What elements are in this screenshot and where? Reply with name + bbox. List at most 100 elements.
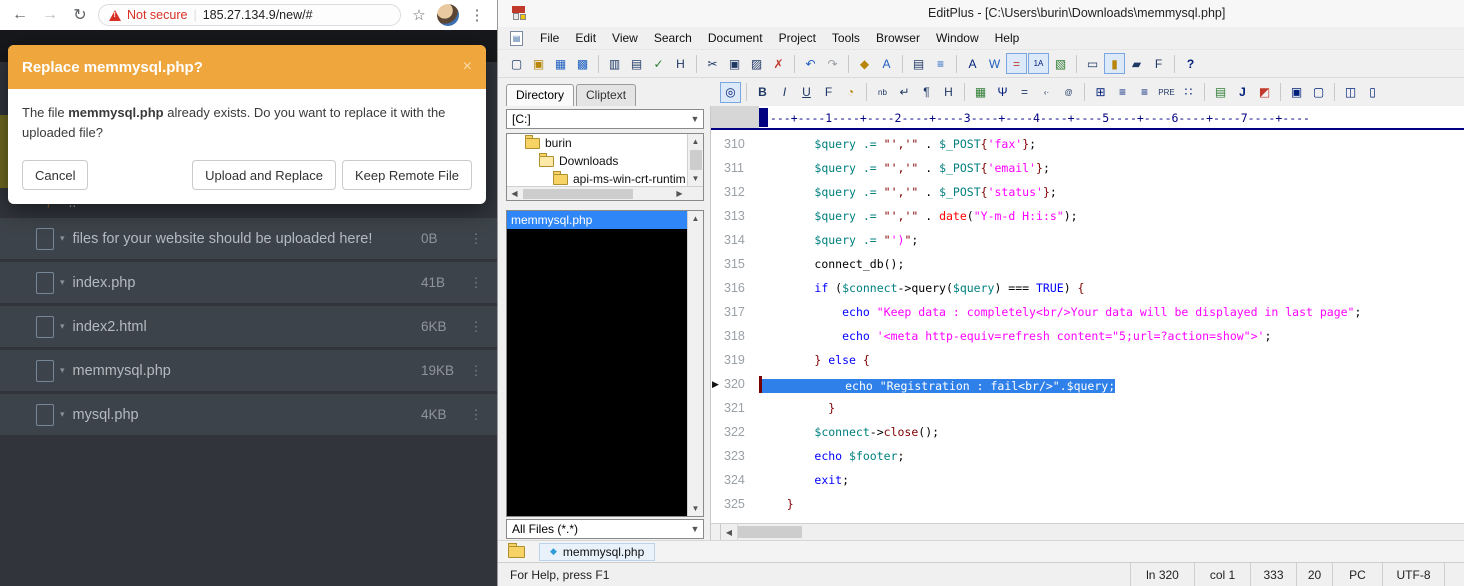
anchor-icon[interactable]: Ψ xyxy=(992,82,1013,103)
paste-icon[interactable]: ▨ xyxy=(746,53,767,74)
editor-horizontal-scrollbar[interactable]: ◀ xyxy=(711,523,1464,540)
font-icon[interactable]: A xyxy=(962,53,983,74)
menu-project[interactable]: Project xyxy=(771,29,824,47)
line-break-icon[interactable]: ↵ xyxy=(894,82,915,103)
keep-remote-file-button[interactable]: Keep Remote File xyxy=(342,160,472,190)
file-row[interactable]: ▾mysql.php4KB⋮ xyxy=(0,394,497,435)
print-preview-icon[interactable]: ▥ xyxy=(604,53,625,74)
scroll-up-icon[interactable]: ▲ xyxy=(688,134,703,149)
output-window-icon[interactable]: ▭ xyxy=(1082,53,1103,74)
copy-tag-icon[interactable]: ▣ xyxy=(1286,82,1307,103)
file-name[interactable]: files for your website should be uploade… xyxy=(73,231,421,247)
profile-avatar[interactable] xyxy=(437,4,459,26)
undo-icon[interactable]: ↶ xyxy=(800,53,821,74)
time-icon[interactable]: ◔ xyxy=(840,82,861,103)
code-line[interactable]: 325 } xyxy=(711,492,1464,516)
document-tab-memmysql[interactable]: ◆ memmysql.php xyxy=(539,543,655,561)
cut-icon[interactable]: ✂ xyxy=(702,53,723,74)
file-row[interactable]: ▾index2.html6KB⋮ xyxy=(0,306,497,347)
spell-check-icon[interactable]: ✓ xyxy=(648,53,669,74)
copy-icon[interactable]: ▣ xyxy=(724,53,745,74)
menu-document[interactable]: Document xyxy=(700,29,771,47)
scrollbar-thumb[interactable] xyxy=(738,526,802,538)
url-text[interactable]: 185.27.134.9/new/# xyxy=(203,8,313,22)
sync-scroll-icon[interactable]: = xyxy=(1006,53,1027,74)
file-name[interactable]: index.php xyxy=(73,275,421,291)
upload-and-replace-button[interactable]: Upload and Replace xyxy=(192,160,336,190)
hr-icon[interactable]: = xyxy=(1014,82,1035,103)
code-line[interactable]: 314 $query .= "')"; xyxy=(711,228,1464,252)
preferences-icon[interactable]: ▧ xyxy=(1050,53,1071,74)
tree-item-downloads[interactable]: Downloads xyxy=(507,152,687,170)
save-all-icon[interactable]: ▩ xyxy=(572,53,593,74)
print-icon[interactable]: ▤ xyxy=(626,53,647,74)
code-line[interactable]: 316 if ($connect->query($query) === TRUE… xyxy=(711,276,1464,300)
word-wrap-icon[interactable]: W xyxy=(984,53,1005,74)
folder-icon[interactable] xyxy=(508,546,525,558)
line-number-icon[interactable]: 1A xyxy=(1028,53,1049,74)
code-line[interactable]: 321 } xyxy=(711,396,1464,420)
not-secure-label[interactable]: Not secure xyxy=(127,8,187,22)
strip-tag-icon[interactable]: ▢ xyxy=(1308,82,1329,103)
font-tag-icon[interactable]: F xyxy=(818,82,839,103)
tree-item-burin[interactable]: burin xyxy=(507,134,687,152)
script-icon[interactable]: ▤ xyxy=(1210,82,1231,103)
save-icon[interactable]: ▦ xyxy=(550,53,571,74)
email-icon[interactable]: @ xyxy=(1058,82,1079,103)
chevron-down-icon[interactable]: ▾ xyxy=(60,365,65,376)
match-case-icon[interactable]: A xyxy=(876,53,897,74)
browser-preview-icon[interactable]: ◎ xyxy=(720,82,741,103)
file-row[interactable]: ▾index.php41B⋮ xyxy=(0,262,497,303)
align-center-icon[interactable]: ≡ xyxy=(1112,82,1133,103)
tab-directory[interactable]: Directory xyxy=(506,84,574,106)
scroll-left-icon[interactable]: ◀ xyxy=(721,524,738,540)
tree-horizontal-scrollbar[interactable]: ◀ ▶ xyxy=(507,186,703,200)
code-line[interactable]: 320▶ echo "Registration : fail<br/>".$qu… xyxy=(711,372,1464,396)
chevron-down-icon[interactable]: ▾ xyxy=(60,277,65,288)
chevron-down-icon[interactable]: ▾ xyxy=(60,233,65,244)
back-icon[interactable]: ← xyxy=(8,3,32,27)
code-line[interactable]: 311 $query .= "','" . $_POST{'email'}; xyxy=(711,156,1464,180)
code-line[interactable]: 324 exit; xyxy=(711,468,1464,492)
scroll-down-icon[interactable]: ▼ xyxy=(688,501,703,516)
align-right-icon[interactable]: ≡ xyxy=(1134,82,1155,103)
redo-icon[interactable]: ↷ xyxy=(822,53,843,74)
menu-browser[interactable]: Browser xyxy=(868,29,928,47)
scroll-up-icon[interactable]: ▲ xyxy=(688,211,703,226)
menu-file[interactable]: File xyxy=(532,29,567,47)
menu-search[interactable]: Search xyxy=(646,29,700,47)
image-icon[interactable]: ▦ xyxy=(970,82,991,103)
filelist-vertical-scrollbar[interactable]: ▲ ▼ xyxy=(687,211,703,516)
code-line[interactable]: 323 echo $footer; xyxy=(711,444,1464,468)
code-line[interactable]: 326function show_all() { xyxy=(711,516,1464,523)
browser-menu-icon[interactable]: ⋮ xyxy=(465,3,489,27)
tree-vertical-scrollbar[interactable]: ▲ ▼ xyxy=(687,134,703,186)
file-name[interactable]: memmysql.php xyxy=(73,363,421,379)
cancel-button[interactable]: Cancel xyxy=(22,160,88,190)
open-file-icon[interactable]: ▣ xyxy=(528,53,549,74)
chevron-down-icon[interactable]: ▾ xyxy=(60,409,65,420)
pre-icon[interactable]: PRE xyxy=(1156,82,1177,103)
close-icon[interactable]: × xyxy=(463,58,472,76)
reload-icon[interactable]: ↻ xyxy=(68,3,92,27)
italic-icon[interactable]: I xyxy=(774,82,795,103)
new-window-icon[interactable]: ▯ xyxy=(1362,82,1383,103)
scroll-down-icon[interactable]: ▼ xyxy=(688,171,703,186)
highlight-icon[interactable]: ◆ xyxy=(854,53,875,74)
splitter-box[interactable] xyxy=(711,524,721,540)
code-line[interactable]: 318 echo '<meta http-equiv=refresh conte… xyxy=(711,324,1464,348)
java-applet-icon[interactable]: J xyxy=(1232,82,1253,103)
code-line[interactable]: 322 $connect->close(); xyxy=(711,420,1464,444)
code-line[interactable]: 315 connect_db(); xyxy=(711,252,1464,276)
not-secure-warning-icon[interactable] xyxy=(109,10,121,21)
code-line[interactable]: 313 $query .= "','" . date("Y-m-d H:i:s"… xyxy=(711,204,1464,228)
delete-icon[interactable]: ✗ xyxy=(768,53,789,74)
list-icon[interactable]: ∷ xyxy=(1178,82,1199,103)
underline-icon[interactable]: U xyxy=(796,82,817,103)
row-menu-icon[interactable]: ⋮ xyxy=(469,275,483,291)
file-name[interactable]: index2.html xyxy=(73,319,421,335)
file-row[interactable]: ▾memmysql.php19KB⋮ xyxy=(0,350,497,391)
menu-tools[interactable]: Tools xyxy=(824,29,868,47)
menu-edit[interactable]: Edit xyxy=(567,29,604,47)
code-line[interactable]: 310 $query .= "','" . $_POST{'fax'}; xyxy=(711,132,1464,156)
